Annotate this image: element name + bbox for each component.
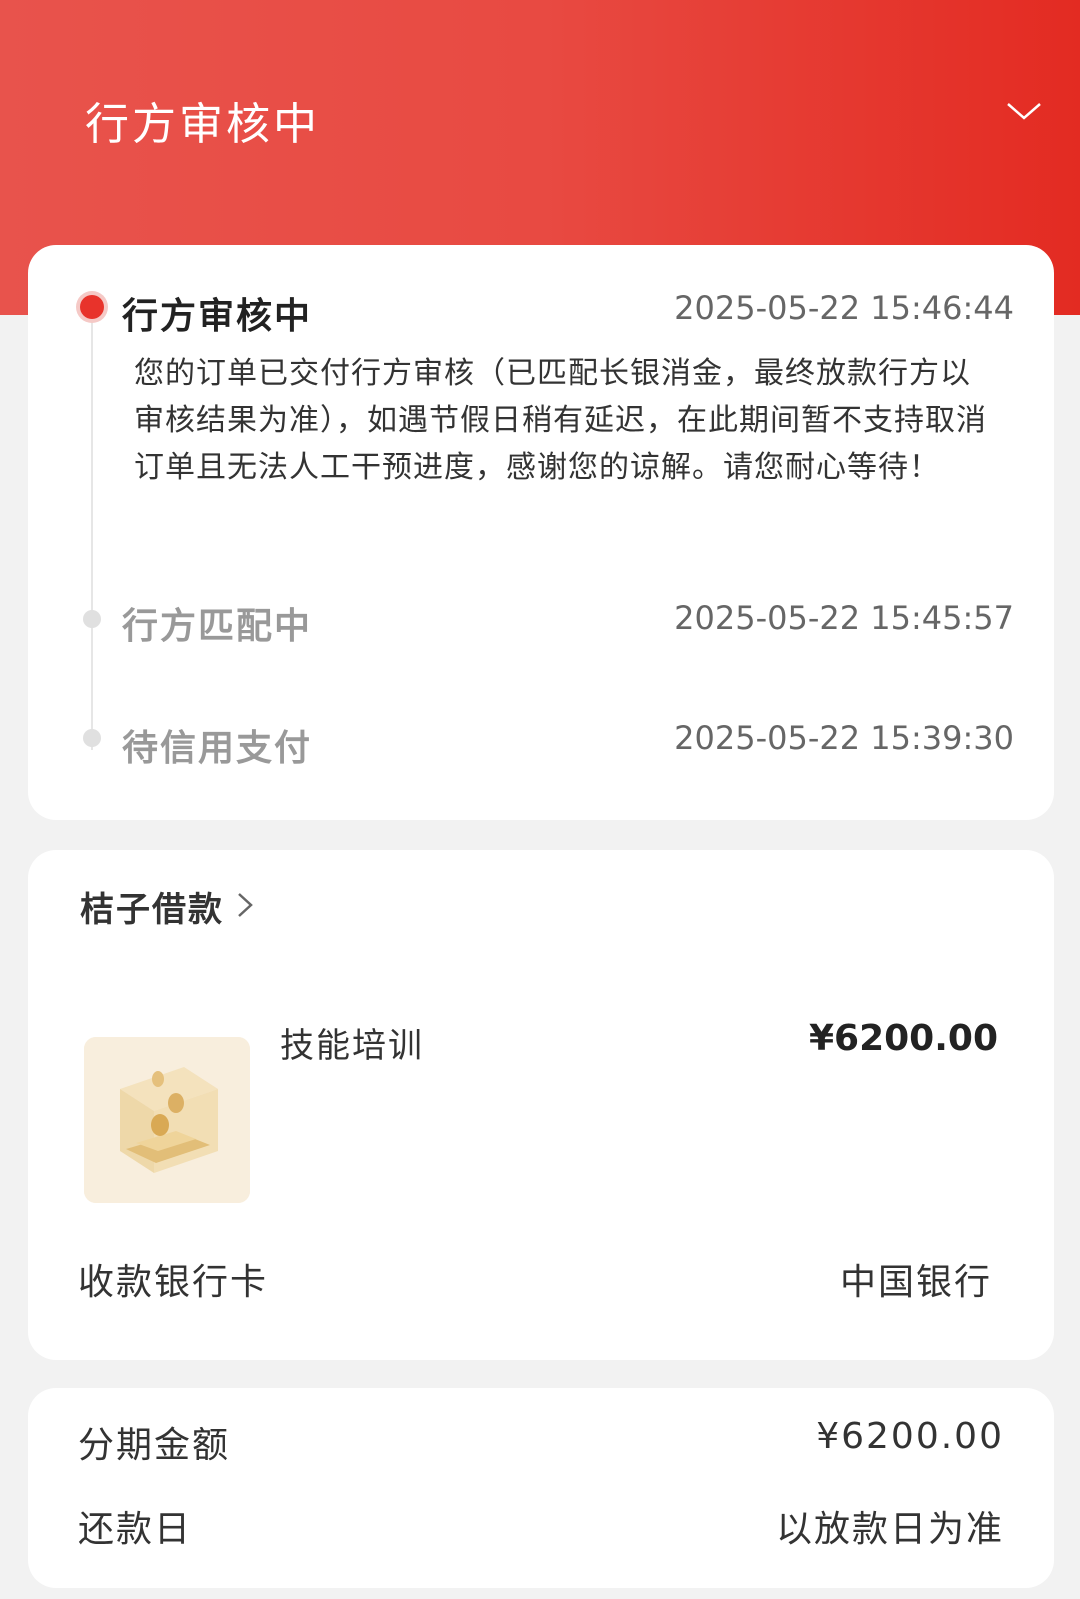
installment-card: 分期金额 ¥6200.00 还款日 以放款日为准 [28, 1388, 1054, 1588]
timeline-dot-active [76, 291, 108, 323]
product-name: 技能培训 [280, 1026, 424, 1066]
chevron-right-icon[interactable] [234, 888, 256, 922]
order-card: 桔子借款 技能培训 ¥6200.00 收款银行卡 中国银行 [28, 850, 1054, 1360]
step-time-reviewing: 2025-05-22 15:46:44 [674, 289, 1014, 327]
merchant-link[interactable]: 桔子借款 [80, 882, 224, 931]
header-title: 行方审核中 [85, 99, 320, 150]
chevron-down-icon[interactable] [1004, 96, 1044, 126]
installment-amount-value: ¥6200.00 [816, 1416, 1004, 1457]
step-time-matching: 2025-05-22 15:45:57 [674, 599, 1014, 637]
step-title-matching: 行方匹配中 [122, 606, 313, 647]
product-price: ¥6200.00 [808, 1018, 998, 1059]
installment-amount-label: 分期金额 [78, 1425, 231, 1466]
timeline-dot [83, 610, 101, 628]
step-description: 您的订单已交付行方审核（已匹配长银消金，最终放款行方以审核结果为准），如遇节假日… [134, 356, 987, 485]
timeline-line [91, 315, 93, 750]
step-title-pending-payment: 待信用支付 [122, 728, 313, 769]
bank-card-value: 中国银行 [839, 1262, 992, 1303]
bank-card-label: 收款银行卡 [78, 1262, 269, 1303]
repayment-day-value: 以放款日为准 [775, 1509, 1004, 1550]
gold-box-icon [84, 1037, 250, 1203]
step-title-reviewing: 行方审核中 [122, 296, 313, 337]
progress-timeline-card: 行方审核中 2025-05-22 15:46:44 您的订单已交付行方审核（已匹… [28, 245, 1054, 820]
product-image [84, 1037, 250, 1203]
timeline-dot [83, 729, 101, 747]
repayment-day-label: 还款日 [78, 1509, 193, 1550]
step-time-pending-payment: 2025-05-22 15:39:30 [674, 719, 1014, 757]
